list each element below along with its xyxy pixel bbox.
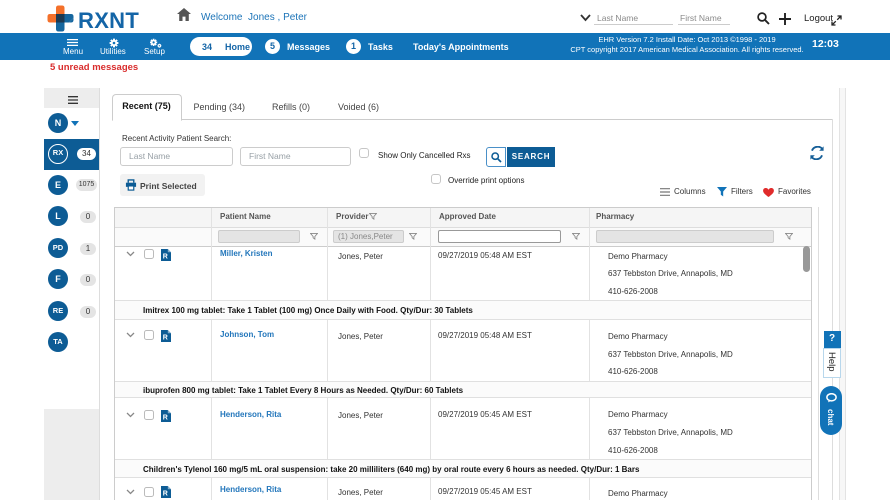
svg-text:R: R bbox=[163, 415, 168, 422]
svg-text:R: R bbox=[163, 491, 168, 498]
svg-text:R: R bbox=[163, 335, 168, 342]
svg-text:R: R bbox=[163, 254, 168, 261]
